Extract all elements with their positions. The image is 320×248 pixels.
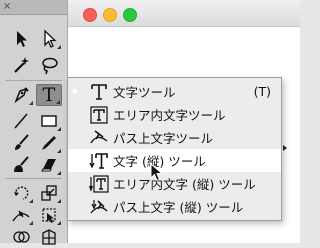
- type-icon: T: [42, 83, 56, 106]
- flyout-expand-arrow-icon[interactable]: [283, 145, 287, 151]
- eraser-tool[interactable]: [36, 154, 62, 176]
- shape-builder-tool[interactable]: [8, 226, 34, 248]
- magic-wand-icon: [14, 57, 29, 73]
- paintbrush-tool[interactable]: [8, 132, 34, 154]
- vertical-type-tool-icon: [88, 151, 110, 170]
- free-transform-tool[interactable]: [36, 204, 62, 226]
- menu-item-label: パス上文字ツール: [113, 131, 214, 146]
- lasso-tool[interactable]: [36, 54, 62, 76]
- pencil-icon: [42, 136, 56, 150]
- scale-tool[interactable]: [36, 182, 62, 204]
- menu-item-label: エリア内文字 (縦) ツール: [113, 177, 256, 192]
- mouse-cursor-icon: [150, 163, 164, 182]
- perspective-grid-tool[interactable]: [36, 226, 62, 248]
- selection-arrow-icon: [17, 31, 27, 47]
- window-minimize-button[interactable]: [103, 8, 117, 22]
- menu-item-type-on-path-tool[interactable]: パス上文字ツール: [68, 126, 281, 149]
- window-close-button[interactable]: [83, 8, 97, 22]
- rotate-icon: [14, 186, 29, 200]
- tools-panel-header: ×: [0, 0, 67, 15]
- menu-item-vertical-type-on-path-tool[interactable]: パス上文字 (縦) ツール: [68, 195, 281, 218]
- line-tool[interactable]: [8, 110, 34, 132]
- rectangle-tool[interactable]: [36, 110, 62, 132]
- type-tool-flyout-menu: 文字ツール (T) エリア内文字ツール パス上文字ツール 文字 (縦) ツール …: [67, 77, 282, 221]
- rectangle-icon: [41, 115, 57, 127]
- lasso-icon: [42, 57, 58, 75]
- area-type-tool-icon: [88, 105, 110, 124]
- menu-item-type-tool[interactable]: 文字ツール (T): [68, 80, 281, 103]
- blob-brush-icon: [14, 156, 29, 172]
- blob-brush-tool[interactable]: [8, 154, 34, 176]
- rotate-tool[interactable]: [8, 182, 34, 204]
- panel-close-icon[interactable]: ×: [3, 1, 11, 13]
- selected-tool-bullet-icon: [73, 89, 77, 93]
- tools-panel: × T: [0, 0, 68, 245]
- menu-item-label: エリア内文字ツール: [113, 108, 226, 123]
- window-zoom-button[interactable]: [123, 8, 137, 22]
- vertical-area-type-tool-icon: [88, 174, 110, 193]
- type-tool-icon: [88, 82, 110, 101]
- scale-icon: [41, 185, 57, 201]
- type-on-path-tool-icon: [88, 128, 110, 147]
- selection-tool[interactable]: [8, 28, 34, 50]
- pencil-tool[interactable]: [36, 132, 62, 154]
- menu-item-vertical-type-tool[interactable]: 文字 (縦) ツール: [68, 149, 281, 172]
- direct-selection-tool[interactable]: [36, 28, 62, 50]
- menu-item-shortcut: (T): [253, 84, 271, 99]
- direct-selection-arrow-icon: [44, 29, 57, 48]
- shape-builder-icon: [13, 231, 30, 243]
- window-titlebar: [68, 0, 300, 27]
- pen-tool[interactable]: [8, 84, 34, 106]
- width-icon: [12, 210, 30, 222]
- menu-item-label: パス上文字 (縦) ツール: [113, 200, 244, 215]
- free-transform-icon: [42, 208, 56, 223]
- magic-wand-tool[interactable]: [8, 54, 34, 76]
- perspective-grid-icon: [42, 229, 56, 245]
- pen-icon: [14, 87, 29, 104]
- menu-item-vertical-area-type-tool[interactable]: エリア内文字 (縦) ツール: [68, 172, 281, 195]
- menu-item-label: 文字ツール: [113, 85, 176, 100]
- width-tool[interactable]: [8, 204, 34, 226]
- eraser-icon: [41, 159, 56, 172]
- vertical-type-on-path-tool-icon: [88, 197, 110, 216]
- line-icon: [14, 113, 28, 129]
- menu-item-area-type-tool[interactable]: エリア内文字ツール: [68, 103, 281, 126]
- type-tool[interactable]: T: [36, 84, 62, 106]
- paintbrush-icon: [15, 134, 29, 150]
